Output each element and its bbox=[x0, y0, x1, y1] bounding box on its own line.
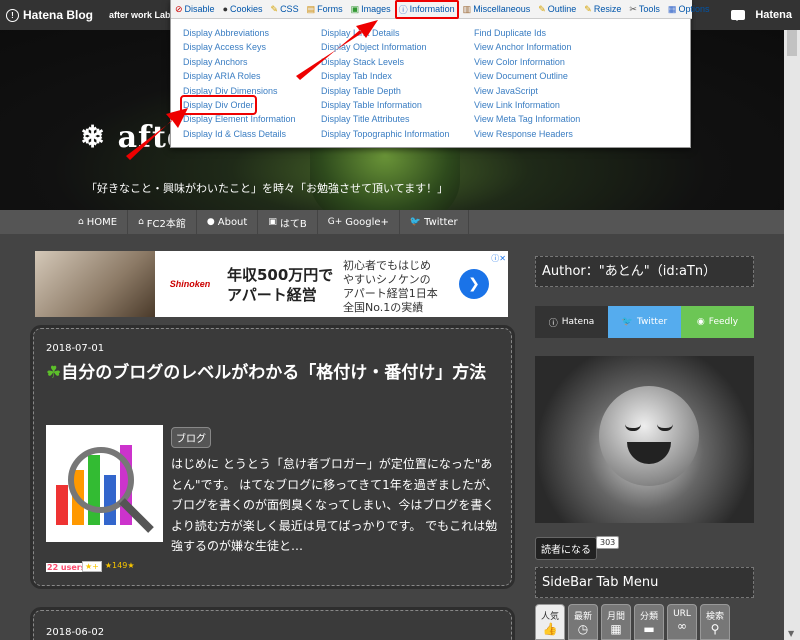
annotation-arrows bbox=[126, 20, 378, 160]
